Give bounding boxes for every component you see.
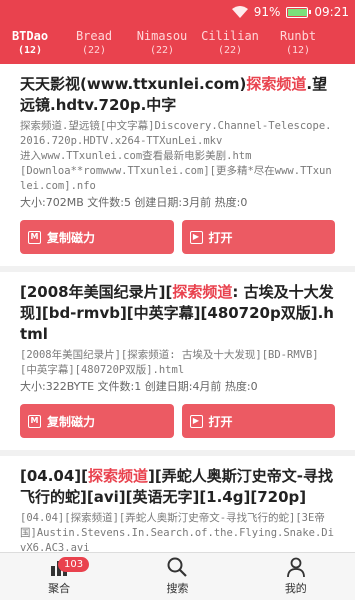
tab-cililian[interactable]: Cililian (22) <box>196 24 264 64</box>
clock: 09:21 <box>314 5 349 19</box>
tab-count: (22) <box>149 45 175 56</box>
nav-label: 我的 <box>284 582 307 595</box>
wifi-icon <box>231 6 248 18</box>
magnet-icon: M <box>28 414 41 428</box>
item-meta: 大小:322BYTE 文件数:1 创建日期:4月前 热度:0 <box>20 380 258 393</box>
copy-magnet-label: 复制磁力 <box>47 230 96 245</box>
item-title: [04.04][探索频道][弄蛇人奥斯汀史帝文-寻找飞行的蛇][avi][英语无… <box>20 466 335 508</box>
tab-name: BTDao <box>11 29 49 43</box>
list-item[interactable]: 天天影视(www.ttxunlei.com)探索频道.望远镜.hdtv.720p… <box>0 64 355 272</box>
item-actions: M 复制磁力 ▶ 打开 <box>20 220 335 266</box>
tab-name: Nimasou <box>136 29 188 43</box>
open-button[interactable]: ▶ 打开 <box>181 404 335 438</box>
title-highlight: 探索频道 <box>246 75 307 93</box>
tab-btdao[interactable]: BTDao (12) <box>0 24 60 64</box>
copy-magnet-button[interactable]: M 复制磁力 <box>20 220 174 254</box>
open-label: 打开 <box>208 230 233 245</box>
item-files: 探索频道.望远镜[中文字幕]Discovery.Channel-Telescop… <box>20 120 332 192</box>
nav-label: 搜索 <box>166 582 189 595</box>
tab-name: Cililian <box>201 29 259 43</box>
item-actions: M 复制磁力 ▶ 打开 <box>20 404 335 450</box>
play-icon: ▶ <box>189 414 203 428</box>
tab-bread[interactable]: Bread (22) <box>60 24 128 64</box>
play-icon: ▶ <box>189 230 203 244</box>
item-meta: 大小:702MB 文件数:5 创建日期:3月前 热度:0 <box>20 196 248 209</box>
tab-name: Bread <box>75 29 113 43</box>
status-bar: 91% 09:21 <box>0 0 355 24</box>
title-highlight: 探索频道 <box>172 283 233 301</box>
results-list[interactable]: 天天影视(www.ttxunlei.com)探索频道.望远镜.hdtv.720p… <box>0 64 355 552</box>
search-icon <box>167 557 188 577</box>
nav-profile[interactable]: 我的 <box>237 553 355 600</box>
copy-magnet-label: 复制磁力 <box>47 414 96 429</box>
item-title: [2008年美国纪录片][探索频道: 古埃及十大发现][bd-rmvb][中英字… <box>20 282 335 345</box>
nav-aggregate[interactable]: 103 聚合 <box>0 553 118 600</box>
tab-count: (22) <box>81 45 107 56</box>
bottom-nav: 103 聚合 搜索 我的 <box>0 552 355 600</box>
notification-badge: 103 <box>58 557 90 572</box>
open-button[interactable]: ▶ 打开 <box>181 220 335 254</box>
list-item[interactable]: [04.04][探索频道][弄蛇人奥斯汀史帝文-寻找飞行的蛇][avi][英语无… <box>0 456 355 552</box>
tab-count: (12) <box>17 45 43 56</box>
copy-magnet-button[interactable]: M 复制磁力 <box>20 404 174 438</box>
title-highlight: 探索频道 <box>88 467 149 485</box>
title-text: [04.04][ <box>20 467 89 485</box>
magnet-icon: M <box>28 230 41 244</box>
nav-label: 聚合 <box>48 582 71 595</box>
open-label: 打开 <box>208 414 233 429</box>
battery-icon <box>286 6 312 18</box>
title-text: 天天影视(www.ttxunlei.com) <box>20 75 247 93</box>
nav-search[interactable]: 搜索 <box>118 553 236 600</box>
tab-count: (22) <box>217 45 243 56</box>
item-title: 天天影视(www.ttxunlei.com)探索频道.望远镜.hdtv.720p… <box>20 74 335 116</box>
list-item[interactable]: [2008年美国纪录片][探索频道: 古埃及十大发现][bd-rmvb][中英字… <box>0 272 355 456</box>
tab-runbt[interactable]: Runbt (12) <box>264 24 332 64</box>
item-files: [2008年美国纪录片][探索频道: 古埃及十大发现][BD-RMVB][中英字… <box>20 349 319 376</box>
source-tabs: BTDao (12) Bread (22) Nimasou (22) Cilil… <box>0 24 355 64</box>
item-files: [04.04][探索频道][弄蛇人奥斯汀史帝文-寻找飞行的蛇][3E帝国]Aus… <box>20 512 334 552</box>
user-icon <box>286 557 305 578</box>
tab-count: (12) <box>285 45 311 56</box>
tab-nimasou[interactable]: Nimasou (22) <box>128 24 196 64</box>
battery-percent: 91% <box>253 5 281 19</box>
title-text: [2008年美国纪录片][ <box>20 283 173 301</box>
tab-name: Runbt <box>279 29 317 43</box>
